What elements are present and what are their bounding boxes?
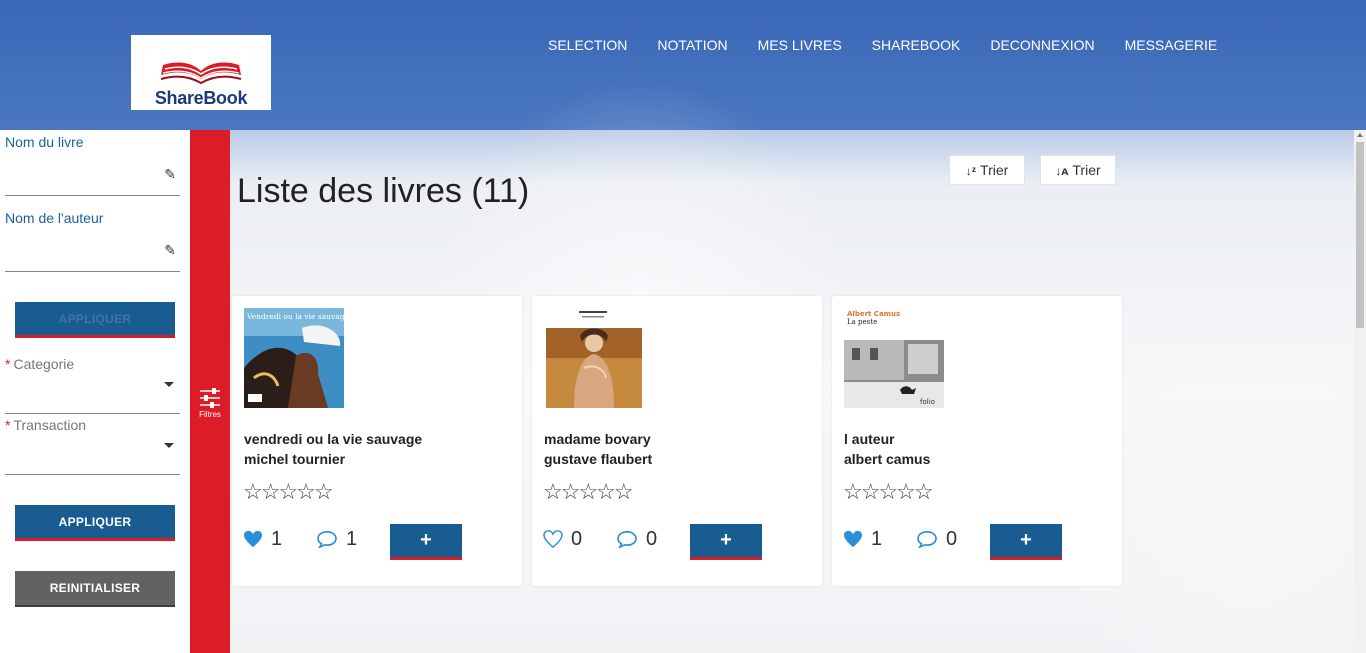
book-title[interactable]: l auteur [844,431,895,447]
book-title[interactable]: madame bovary [544,431,651,447]
book-card: Albert Camus La peste folio l auteur alb… [832,296,1122,586]
book-card: madame bovary gustave flaubert ☆☆☆☆☆ 0 0… [532,296,822,586]
sort-desc-button[interactable]: ↓ᶻ Trier [949,155,1025,185]
nav-messagerie[interactable]: MESSAGERIE [1110,37,1233,53]
nav-mes-livres[interactable]: MES LIVRES [743,37,857,53]
star-rating[interactable]: ☆☆☆☆☆ [843,479,934,505]
star-rating[interactable]: ☆☆☆☆☆ [543,479,634,505]
page-title: Liste des livres (11) [237,172,530,210]
star-rating[interactable]: ☆☆☆☆☆ [243,479,334,505]
likes-count: 1 [271,528,283,550]
book-cover-image[interactable]: Albert Camus La peste folio [844,308,944,408]
book-author: gustave flaubert [544,451,653,467]
pencil-icon: ✎ [164,166,176,182]
reset-button[interactable]: REINITIALISER [15,571,175,607]
logo-text: ShareBook [154,88,248,108]
book-author: michel tournier [244,451,346,467]
nav-sharebook[interactable]: SHAREBOOK [857,37,976,53]
book-title[interactable]: vendredi ou la vie sauvage [244,431,422,447]
book-cover-image[interactable] [544,308,644,408]
comment-bubble-icon [917,530,937,549]
cover-author-text: Albert Camus [847,310,900,318]
add-book-button[interactable]: + [390,524,462,560]
like-counter[interactable]: 1 [243,528,282,551]
book-name-label: Nom du livre [5,134,84,150]
comments-count: 1 [346,528,358,550]
comment-bubble-icon [317,530,337,549]
transaction-label-text: Transaction [13,417,87,433]
book-card: Vendredi ou la vie sauvage vendredi ou l… [232,296,522,586]
comment-counter[interactable]: 1 [316,528,357,551]
main-nav: SELECTION NOTATION MES LIVRES SHAREBOOK … [533,37,1232,53]
apply-button[interactable]: APPLIQUER [15,505,175,541]
chevron-down-icon [164,382,174,387]
transaction-select[interactable]: * Transaction [5,417,180,475]
comment-bubble-icon [617,530,637,549]
scroll-up-arrow-icon[interactable] [1357,133,1363,137]
book-name-field[interactable]: Nom du livre ✎ [5,134,180,196]
likes-count: 0 [571,528,583,550]
cover-title-text: Vendredi ou la vie sauvage [246,312,344,321]
filter-sidebar: Nom du livre ✎ Nom de l'auteur ✎ APPLIQU… [0,130,190,653]
comments-count: 0 [646,528,658,550]
apply-button-top[interactable]: APPLIQUER [15,302,175,338]
sliders-icon [200,388,220,408]
sort-alpha-asc-icon: ↓ᴀ [1055,164,1069,178]
top-header: ShareBook SELECTION NOTATION MES LIVRES … [0,0,1366,130]
likes-count: 1 [871,528,883,550]
open-book-icon [160,62,242,85]
sort-asc-label: Trier [1072,162,1101,178]
sort-alpha-desc-icon: ↓ᶻ [965,164,977,178]
nav-deconnexion[interactable]: DECONNEXION [975,37,1109,53]
like-counter[interactable]: 0 [543,528,582,551]
author-name-field[interactable]: Nom de l'auteur ✎ [5,210,180,272]
category-label-text: Categorie [13,356,75,372]
comment-counter[interactable]: 0 [616,528,657,551]
comments-count: 0 [946,528,958,550]
add-book-button[interactable]: + [690,524,762,560]
nav-notation[interactable]: NOTATION [642,37,742,53]
category-select[interactable]: * Categorie [5,356,180,414]
book-cover-image[interactable]: Vendredi ou la vie sauvage [244,308,344,408]
like-counter[interactable]: 1 [843,528,882,551]
heart-outline-icon [543,530,563,549]
required-mark: * [5,356,11,372]
sharebook-logo[interactable]: ShareBook [131,35,271,110]
sort-asc-button[interactable]: ↓ᴀ Trier [1040,155,1116,185]
cover-subtitle-text: La peste [847,318,877,326]
add-book-button[interactable]: + [990,524,1062,560]
filters-tab-label: Filtres [199,410,221,419]
filters-toggle-tab[interactable]: Filtres [190,130,230,653]
category-label: * Categorie [5,356,180,372]
pencil-icon: ✎ [164,242,176,258]
heart-icon [244,530,262,548]
heart-icon [844,530,862,548]
transaction-label: * Transaction [5,417,180,433]
cover-publisher-text: folio [920,398,935,406]
sort-desc-label: Trier [980,162,1009,178]
author-name-label: Nom de l'auteur [5,210,104,226]
book-author: albert camus [844,451,931,467]
scrollbar-thumb[interactable] [1356,142,1364,328]
comment-counter[interactable]: 0 [916,528,957,551]
required-mark: * [5,417,11,433]
chevron-down-icon [164,443,174,448]
vertical-scrollbar[interactable] [1354,130,1366,653]
nav-selection[interactable]: SELECTION [533,37,642,53]
